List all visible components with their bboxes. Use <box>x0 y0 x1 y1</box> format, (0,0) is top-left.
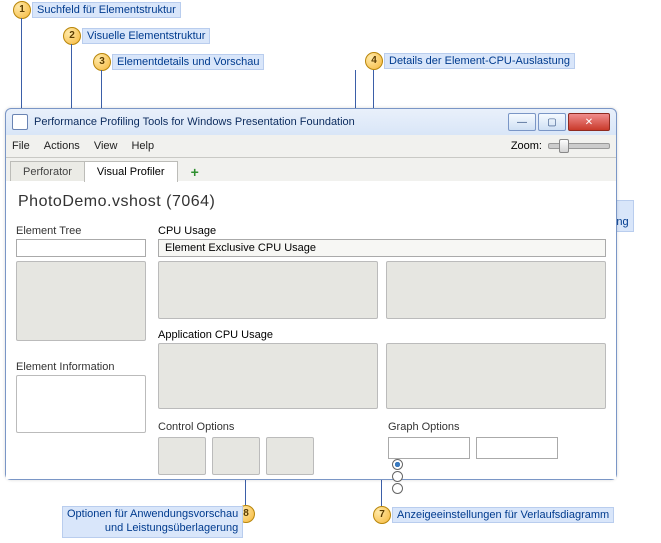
titlebar[interactable]: Performance Profiling Tools for Windows … <box>6 109 616 135</box>
callout-num-2: 2 <box>63 27 81 45</box>
callout-label-4: Details der Element-CPU-Auslastung <box>384 53 575 69</box>
app-icon <box>12 114 28 130</box>
element-tree-panel[interactable] <box>16 261 146 341</box>
window-title: Performance Profiling Tools for Windows … <box>34 116 508 128</box>
graph-radio-2[interactable] <box>392 471 403 482</box>
callout-label-2: Visuelle Elementstruktur <box>82 28 210 44</box>
tab-strip: Perforator Visual Profiler + <box>6 158 616 183</box>
menu-file[interactable]: File <box>12 140 30 152</box>
maximize-button[interactable]: ▢ <box>538 113 566 131</box>
graph-mode-radios <box>392 459 606 494</box>
callout-label-8: Optionen für Anwendungsvorschau und Leis… <box>62 506 243 538</box>
callout-num-1: 1 <box>13 1 31 19</box>
app-cpu-title: Application CPU Usage <box>158 329 606 341</box>
menu-view[interactable]: View <box>94 140 118 152</box>
control-option-3[interactable] <box>266 437 314 475</box>
control-option-2[interactable] <box>212 437 260 475</box>
element-cpu-chart-panel <box>158 261 378 319</box>
graph-radio-1[interactable] <box>392 459 403 470</box>
callout-num-4: 4 <box>365 52 383 70</box>
tab-add-button[interactable]: + <box>185 162 205 182</box>
zoom-thumb[interactable] <box>559 139 569 153</box>
minimize-button[interactable]: — <box>508 113 536 131</box>
callout-num-3: 3 <box>93 53 111 71</box>
callout-num-7: 7 <box>373 506 391 524</box>
process-name: PhotoDemo.vshost (7064) <box>18 193 606 211</box>
control-options-title: Control Options <box>158 421 358 433</box>
app-cpu-detail-panel <box>386 343 606 409</box>
menu-help[interactable]: Help <box>131 140 154 152</box>
graph-zoom-box-2[interactable] <box>476 437 558 459</box>
exclusive-cpu-header: Element Exclusive CPU Usage <box>158 239 606 257</box>
element-tree-title: Element Tree <box>16 225 146 237</box>
menu-actions[interactable]: Actions <box>44 140 80 152</box>
element-info-title: Element Information <box>16 361 146 373</box>
graph-options-title: Graph Options <box>388 421 606 433</box>
menubar: File Actions View Help Zoom: <box>6 135 616 158</box>
app-cpu-chart-panel <box>158 343 378 409</box>
tab-perforator[interactable]: Perforator <box>10 161 85 182</box>
control-option-1[interactable] <box>158 437 206 475</box>
zoom-slider[interactable] <box>548 143 610 149</box>
content-area: PhotoDemo.vshost (7064) Element Tree Ele… <box>6 181 616 479</box>
callout-label-1: Suchfeld für Elementstruktur <box>32 2 181 18</box>
graph-radio-3[interactable] <box>392 483 403 494</box>
callout-label-7: Anzeigeeinstellungen für Verlaufsdiagram… <box>392 507 614 523</box>
graph-zoom-box-1[interactable] <box>388 437 470 459</box>
element-cpu-detail-panel <box>386 261 606 319</box>
tab-visual-profiler[interactable]: Visual Profiler <box>84 161 178 182</box>
cpu-usage-title: CPU Usage <box>158 225 606 237</box>
zoom-label: Zoom: <box>511 140 542 152</box>
element-info-panel <box>16 375 146 433</box>
callout-label-3: Elementdetails und Vorschau <box>112 54 264 70</box>
element-tree-search-input[interactable] <box>16 239 146 257</box>
zoom-control: Zoom: <box>511 140 610 152</box>
close-button[interactable]: ✕ <box>568 113 610 131</box>
app-window: Performance Profiling Tools for Windows … <box>5 108 617 480</box>
